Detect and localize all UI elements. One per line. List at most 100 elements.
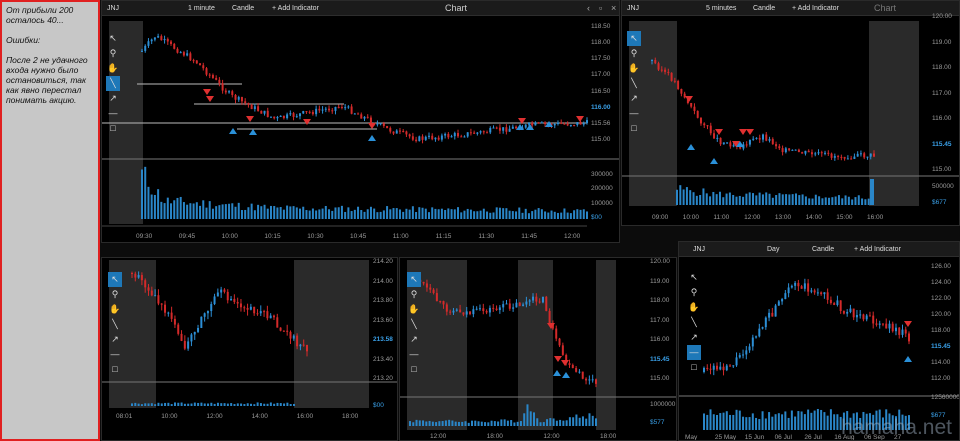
candle-body bbox=[176, 48, 179, 53]
candle-body bbox=[810, 290, 813, 292]
hand-icon[interactable]: ✋ bbox=[407, 302, 421, 317]
volume-bar bbox=[215, 206, 218, 219]
arrow-icon[interactable]: ↗ bbox=[627, 91, 641, 106]
trendline-icon[interactable]: ╲ bbox=[106, 76, 120, 91]
hline-icon[interactable]: — bbox=[407, 347, 421, 362]
candle-body bbox=[379, 123, 382, 125]
price-tick-label: 214.00 bbox=[373, 277, 393, 285]
candle-body bbox=[157, 295, 160, 304]
candle-body bbox=[849, 308, 852, 312]
trendline-icon[interactable]: ╲ bbox=[687, 315, 701, 330]
volume-bar bbox=[223, 403, 226, 406]
arrow-icon[interactable]: ↗ bbox=[106, 91, 120, 106]
volume-bar bbox=[137, 403, 140, 406]
candle-body bbox=[881, 323, 884, 325]
cursor-icon[interactable]: ↖ bbox=[687, 270, 701, 285]
candle-body bbox=[709, 125, 712, 134]
volume-bar bbox=[173, 200, 176, 219]
price-chart[interactable] bbox=[102, 1, 620, 243]
afterhours-shade bbox=[294, 260, 369, 408]
candle-body bbox=[712, 365, 715, 370]
zoom-icon[interactable]: ⚲ bbox=[108, 287, 122, 302]
rect-icon[interactable]: □ bbox=[108, 362, 122, 377]
candle-body bbox=[398, 130, 401, 132]
volume-bar bbox=[157, 402, 160, 406]
rect-icon[interactable]: □ bbox=[407, 362, 421, 377]
hand-icon[interactable]: ✋ bbox=[687, 300, 701, 315]
hline-icon[interactable]: — bbox=[106, 106, 120, 121]
volume-tick-label: $00 bbox=[591, 214, 602, 221]
volume-bar bbox=[798, 195, 801, 205]
zoom-icon[interactable]: ⚲ bbox=[627, 46, 641, 61]
rect-icon[interactable]: □ bbox=[106, 121, 120, 136]
cursor-icon[interactable]: ↖ bbox=[407, 272, 421, 287]
hand-icon[interactable]: ✋ bbox=[108, 302, 122, 317]
volume-bar bbox=[785, 194, 788, 205]
candle-body bbox=[758, 137, 761, 140]
hline-icon[interactable]: — bbox=[108, 347, 122, 362]
arrow-icon[interactable]: ↗ bbox=[407, 332, 421, 347]
volume-bar bbox=[415, 212, 418, 219]
time-tick-label: 09:00 bbox=[652, 214, 669, 221]
trendline-icon[interactable]: ╲ bbox=[108, 317, 122, 332]
candle-body bbox=[654, 59, 657, 64]
price-tick-label: 117.00 bbox=[650, 316, 670, 324]
candle-body bbox=[569, 124, 572, 126]
price-chart[interactable] bbox=[622, 1, 960, 226]
volume-bar bbox=[579, 209, 582, 219]
price-chart[interactable] bbox=[400, 258, 677, 441]
rect-icon[interactable]: □ bbox=[627, 121, 641, 136]
cursor-icon[interactable]: ↖ bbox=[108, 272, 122, 287]
candle-body bbox=[259, 311, 262, 314]
trendline-icon[interactable]: ╲ bbox=[407, 317, 421, 332]
chart-panel-1min[interactable]: JNJ 1 minute Candle + Add Indicator Char… bbox=[101, 0, 620, 243]
drawing-toolbar: ↖ ⚲ ✋ ╲ ↗ — □ bbox=[627, 31, 641, 136]
candle-body bbox=[249, 306, 252, 310]
candle-body bbox=[369, 117, 372, 124]
chart-panel-bottom-middle[interactable]: ↖ ⚲ ✋ ╲ ↗ — □ 120.00 119.00 118.00 117.00 11… bbox=[399, 257, 677, 441]
volume-bar bbox=[233, 404, 236, 406]
candle-body bbox=[683, 93, 686, 98]
arrow-icon[interactable]: ↗ bbox=[108, 332, 122, 347]
arrow-icon[interactable]: ↗ bbox=[687, 330, 701, 345]
trendline-icon[interactable]: ╲ bbox=[627, 76, 641, 91]
chart-panel-5min[interactable]: JNJ 5 minutes Candle + Add Indicator Cha… bbox=[621, 0, 960, 226]
candle-body bbox=[166, 39, 169, 42]
volume-bar bbox=[257, 204, 260, 219]
hand-icon[interactable]: ✋ bbox=[106, 61, 120, 76]
chart-panel-bottom-left[interactable]: ↖ ⚲ ✋ ╲ ↗ — □ 214.20 214.00 213.80 213.60 21… bbox=[101, 257, 398, 441]
cursor-icon[interactable]: ↖ bbox=[106, 31, 120, 46]
candle-body bbox=[579, 122, 582, 125]
zoom-icon[interactable]: ⚲ bbox=[687, 285, 701, 300]
hand-icon[interactable]: ✋ bbox=[627, 61, 641, 76]
hline-icon[interactable]: — bbox=[687, 345, 701, 360]
volume-bar bbox=[190, 403, 193, 406]
volume-bar bbox=[511, 211, 514, 219]
buy-marker bbox=[553, 370, 561, 376]
price-tick-label: 117.50 bbox=[591, 55, 611, 63]
zoom-icon[interactable]: ⚲ bbox=[106, 46, 120, 61]
zoom-icon[interactable]: ⚲ bbox=[407, 287, 421, 302]
candle-body bbox=[777, 301, 780, 306]
chart-panel-daily[interactable]: JNJ Day Candle + Add Indicator ↖ ⚲ ✋ ╲ ↗… bbox=[678, 241, 960, 441]
candle-body bbox=[719, 137, 722, 145]
hline-icon[interactable]: — bbox=[627, 106, 641, 121]
rect-icon[interactable]: □ bbox=[687, 360, 701, 375]
candle-body bbox=[680, 88, 683, 94]
candle-body bbox=[482, 131, 485, 133]
volume-bar bbox=[572, 417, 575, 426]
cursor-icon[interactable]: ↖ bbox=[627, 31, 641, 46]
volume-bar bbox=[482, 208, 485, 219]
volume-bar bbox=[562, 420, 565, 426]
volume-bar bbox=[289, 206, 292, 219]
candle-body bbox=[894, 327, 897, 332]
volume-bar bbox=[247, 207, 250, 219]
volume-bar bbox=[147, 186, 150, 219]
candle-body bbox=[578, 371, 581, 373]
time-tick-label: 12:00 bbox=[744, 214, 761, 221]
price-chart[interactable] bbox=[679, 242, 960, 441]
volume-bar bbox=[299, 208, 302, 219]
candle-body bbox=[282, 330, 285, 332]
candle-body bbox=[797, 282, 800, 287]
volume-bar bbox=[279, 403, 282, 406]
